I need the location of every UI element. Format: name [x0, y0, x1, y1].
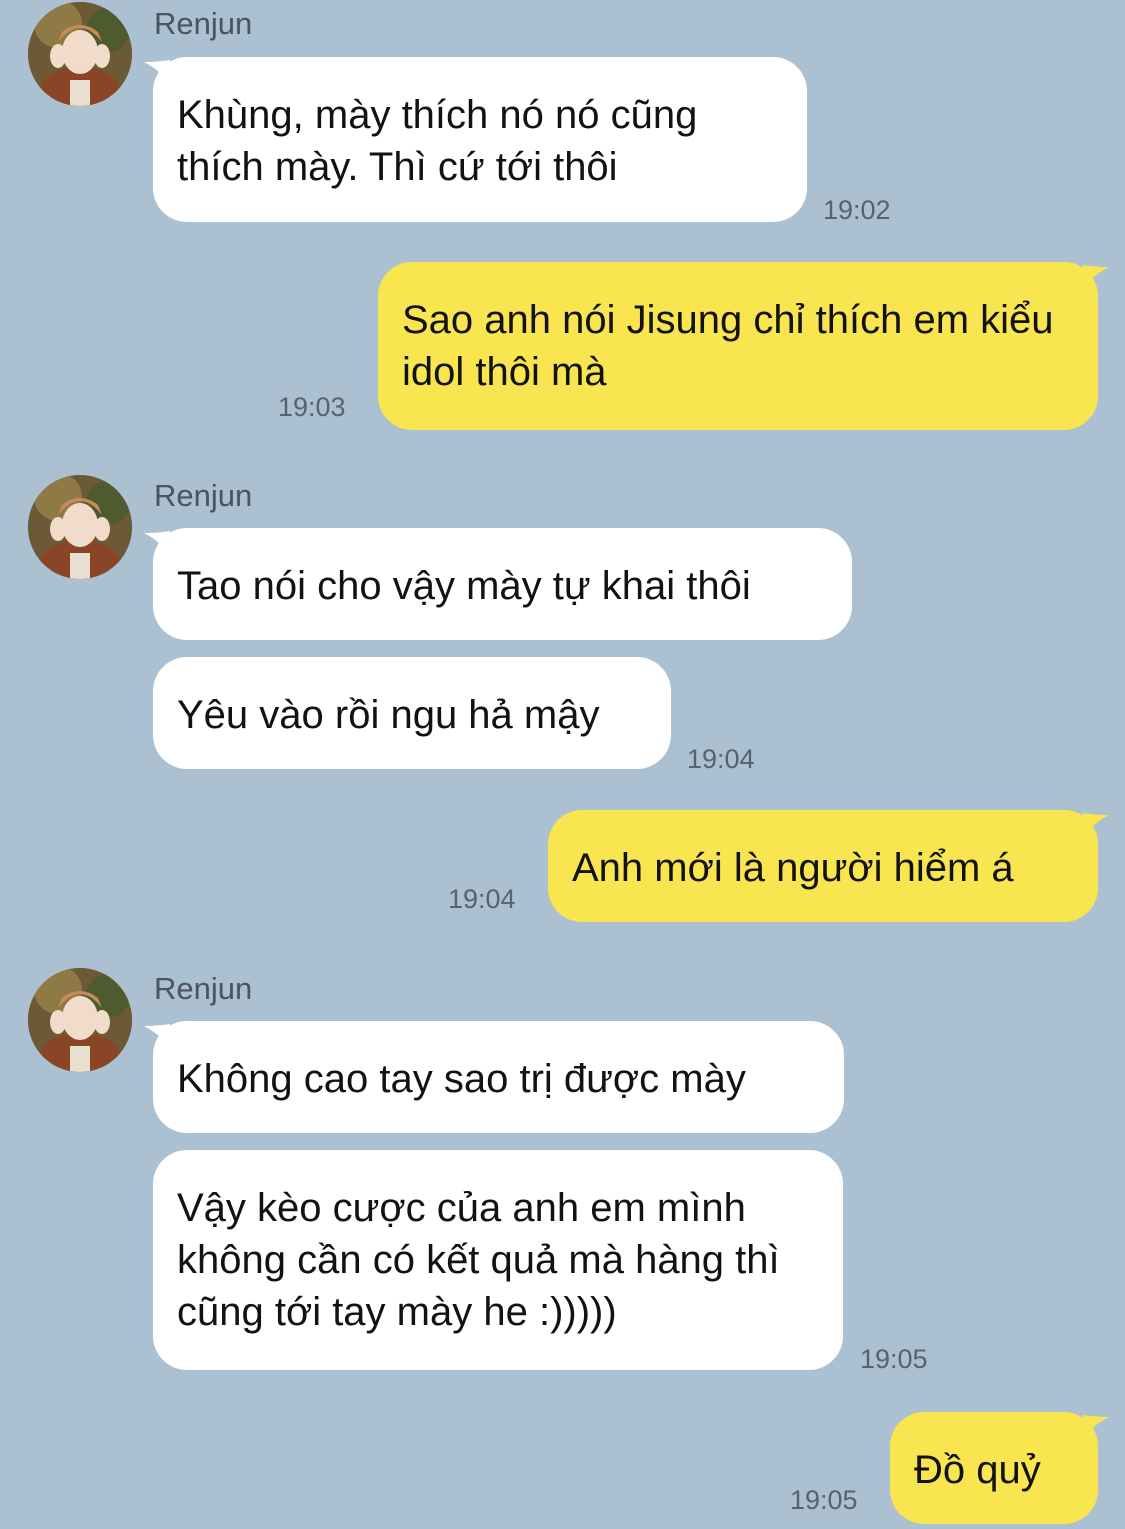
message-bubble[interactable]: Tao nói cho vậy mày tự khai thôi [153, 528, 852, 640]
message-time: 19:04 [448, 884, 516, 914]
message-time: 19:05 [860, 1344, 928, 1374]
message-text: Vậy kèo cược của anh em mình không cần c… [177, 1186, 780, 1334]
bubble-tail [1083, 813, 1109, 835]
avatar[interactable] [28, 2, 132, 106]
avatar[interactable] [28, 968, 132, 1072]
message-bubble[interactable]: Sao anh nói Jisung chỉ thích em kiểu ido… [378, 262, 1098, 430]
message-text: Không cao tay sao trị được mày [177, 1057, 746, 1101]
message-time: 19:05 [790, 1485, 858, 1515]
sender-name: Renjun [154, 6, 253, 41]
bubble-tail [1083, 265, 1109, 287]
message-bubble[interactable]: Không cao tay sao trị được mày [153, 1021, 844, 1133]
message-bubble[interactable]: Đồ quỷ [890, 1412, 1098, 1524]
message-bubble[interactable]: Vậy kèo cược của anh em mình không cần c… [153, 1150, 843, 1370]
message-text: Tao nói cho vậy mày tự khai thôi [177, 564, 751, 608]
message-time: 19:04 [687, 744, 755, 774]
message-bubble[interactable]: Khùng, mày thích nó nó cũng thích mày. T… [153, 57, 807, 222]
message-text: Khùng, mày thích nó nó cũng thích mày. T… [177, 93, 698, 189]
bubble-tail [1083, 1415, 1109, 1437]
message-text: Đồ quỷ [914, 1448, 1041, 1492]
message-bubble[interactable]: Yêu vào rồi ngu hả mậy [153, 657, 671, 769]
avatar[interactable] [28, 475, 132, 579]
message-bubble[interactable]: Anh mới là người hiểm á [548, 810, 1098, 922]
message-time: 19:02 [823, 195, 891, 225]
message-time: 19:03 [278, 392, 346, 422]
sender-name: Renjun [154, 478, 253, 513]
message-text: Yêu vào rồi ngu hả mậy [177, 693, 600, 737]
message-text: Sao anh nói Jisung chỉ thích em kiểu ido… [402, 298, 1054, 394]
sender-name: Renjun [154, 971, 253, 1006]
message-text: Anh mới là người hiểm á [572, 846, 1014, 890]
